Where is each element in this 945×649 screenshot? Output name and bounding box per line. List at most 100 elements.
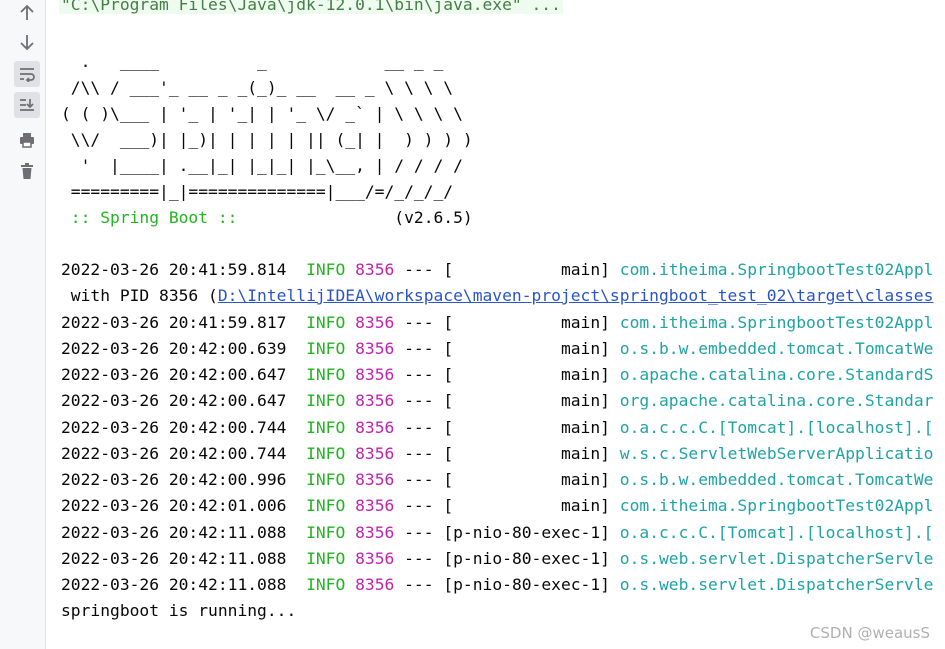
log-pid: 8356 xyxy=(355,444,395,463)
log-level: INFO xyxy=(306,523,346,542)
log-separator: --- xyxy=(394,418,444,437)
log-thread: [p-nio-80-exec-1] xyxy=(443,523,610,542)
pid-line: with PID 8356 (D:\IntellijIDEA\workspace… xyxy=(61,283,934,309)
log-line: 2022-03-26 20:42:00.996 INFO 8356 --- [ … xyxy=(61,467,933,493)
log-thread: [ main] xyxy=(443,444,610,463)
log-level: INFO xyxy=(306,418,346,437)
log-logger: o.s.web.servlet.DispatcherServle xyxy=(619,575,934,594)
log-line: 2022-03-26 20:42:00.744 INFO 8356 --- [ … xyxy=(61,441,933,467)
program-output-line: springboot is running... xyxy=(61,601,297,620)
log-logger: w.s.c.ServletWebServerApplicatio xyxy=(619,444,934,463)
log-separator: --- xyxy=(394,575,444,594)
log-pid: 8356 xyxy=(355,313,395,332)
pid-line-prefix: with PID 8356 ( xyxy=(61,286,218,305)
console-toolbar xyxy=(0,0,46,649)
soft-wrap-icon[interactable] xyxy=(14,61,40,87)
log-pid: 8356 xyxy=(355,260,395,279)
console-output[interactable]: "C:\Program Files\Java\jdk-12.0.1\bin\ja… xyxy=(46,0,945,649)
log-thread: [ main] xyxy=(443,313,610,332)
log-separator: --- xyxy=(394,313,444,332)
log-separator: --- xyxy=(394,523,444,542)
log-timestamp: 2022-03-26 20:42:00.647 xyxy=(61,391,287,410)
banner-line: \\/ ___)| |_)| | | | | || (_| | ) ) ) ) xyxy=(61,130,473,149)
watermark: CSDN @weausS xyxy=(809,624,930,642)
log-timestamp: 2022-03-26 20:42:00.639 xyxy=(61,339,287,358)
log-timestamp: 2022-03-26 20:42:11.088 xyxy=(61,575,287,594)
log-line: 2022-03-26 20:42:00.647 INFO 8356 --- [ … xyxy=(61,362,933,388)
log-line: 2022-03-26 20:42:01.006 INFO 8356 --- [ … xyxy=(61,493,933,519)
log-pid: 8356 xyxy=(355,391,395,410)
log-logger: com.itheima.SpringbootTest02Appl xyxy=(619,313,934,332)
log-level: INFO xyxy=(306,313,346,332)
command-line: "C:\Program Files\Java\jdk-12.0.1\bin\ja… xyxy=(59,0,563,18)
log-pid: 8356 xyxy=(355,418,395,437)
banner-line: =========|_|==============|___/=/_/_/_/ xyxy=(61,182,454,201)
print-icon[interactable] xyxy=(14,127,40,153)
trash-icon[interactable] xyxy=(14,158,40,184)
log-separator: --- xyxy=(394,391,444,410)
log-logger: o.a.c.c.C.[Tomcat].[localhost].[ xyxy=(619,523,934,542)
log-line: 2022-03-26 20:42:00.639 INFO 8356 --- [ … xyxy=(61,336,933,362)
log-logger: o.s.b.w.embedded.tomcat.TomcatWe xyxy=(619,339,934,358)
log-thread: [ main] xyxy=(443,365,610,384)
log-thread: [ main] xyxy=(443,339,610,358)
log-timestamp: 2022-03-26 20:41:59.817 xyxy=(61,313,287,332)
log-thread: [ main] xyxy=(443,260,610,279)
log-thread: [p-nio-80-exec-1] xyxy=(443,575,610,594)
log-line: 2022-03-26 20:41:59.814 INFO 8356 --- [ … xyxy=(61,257,933,283)
log-level: INFO xyxy=(306,444,346,463)
log-line: 2022-03-26 20:42:11.088 INFO 8356 --- [p… xyxy=(61,546,933,572)
log-timestamp: 2022-03-26 20:42:00.744 xyxy=(61,444,287,463)
banner-line: . ____ _ __ _ _ xyxy=(61,52,444,71)
log-timestamp: 2022-03-26 20:42:11.088 xyxy=(61,523,287,542)
log-thread: [ main] xyxy=(443,418,610,437)
log-pid: 8356 xyxy=(355,575,395,594)
log-logger: o.apache.catalina.core.StandardS xyxy=(619,365,934,384)
banner-line: /\\ / ___'_ __ _ _(_)_ __ __ _ \ \ \ \ xyxy=(61,78,454,97)
log-logger: org.apache.catalina.core.Standar xyxy=(619,391,934,410)
log-level: INFO xyxy=(306,549,346,568)
log-timestamp: 2022-03-26 20:42:00.996 xyxy=(61,470,287,489)
log-logger: com.itheima.SpringbootTest02Appl xyxy=(619,260,934,279)
log-line: 2022-03-26 20:42:00.744 INFO 8356 --- [ … xyxy=(61,415,933,441)
banner-line: ( ( )\___ | '_ | '_| | '_ \/ _` | \ \ \ … xyxy=(61,104,463,123)
log-timestamp: 2022-03-26 20:42:00.647 xyxy=(61,365,287,384)
spring-boot-label: :: Spring Boot :: xyxy=(61,208,248,227)
log-separator: --- xyxy=(394,365,444,384)
log-separator: --- xyxy=(394,470,444,489)
log-pid: 8356 xyxy=(355,470,395,489)
log-line: 2022-03-26 20:42:00.647 INFO 8356 --- [ … xyxy=(61,388,933,414)
log-thread: [ main] xyxy=(443,391,610,410)
log-line: 2022-03-26 20:42:11.088 INFO 8356 --- [p… xyxy=(61,520,933,546)
log-pid: 8356 xyxy=(355,496,395,515)
log-logger: o.s.web.servlet.DispatcherServle xyxy=(619,549,934,568)
log-level: INFO xyxy=(306,470,346,489)
log-timestamp: 2022-03-26 20:42:11.088 xyxy=(61,549,287,568)
log-timestamp: 2022-03-26 20:42:00.744 xyxy=(61,418,287,437)
scroll-to-end-icon[interactable] xyxy=(14,92,40,118)
log-level: INFO xyxy=(306,391,346,410)
spring-boot-version-line: :: Spring Boot :: (v2.6.5) xyxy=(61,205,473,231)
down-arrow-icon[interactable] xyxy=(14,29,40,55)
log-level: INFO xyxy=(306,575,346,594)
log-logger: o.s.b.w.embedded.tomcat.TomcatWe xyxy=(619,470,934,489)
log-line: 2022-03-26 20:41:59.817 INFO 8356 --- [ … xyxy=(61,310,933,336)
log-pid: 8356 xyxy=(355,523,395,542)
log-level: INFO xyxy=(306,339,346,358)
log-thread: [ main] xyxy=(443,470,610,489)
log-level: INFO xyxy=(306,496,346,515)
log-logger: o.a.c.c.C.[Tomcat].[localhost].[ xyxy=(619,418,934,437)
log-separator: --- xyxy=(394,444,444,463)
classpath-link[interactable]: D:\IntellijIDEA\workspace\maven-project\… xyxy=(218,286,934,305)
spring-boot-version: (v2.6.5) xyxy=(247,208,473,227)
log-level: INFO xyxy=(306,260,346,279)
log-logger: com.itheima.SpringbootTest02Appl xyxy=(619,496,934,515)
log-pid: 8356 xyxy=(355,365,395,384)
banner-line: ' |____| .__|_| |_|_| |_\__, | / / / / xyxy=(61,156,463,175)
log-timestamp: 2022-03-26 20:41:59.814 xyxy=(61,260,287,279)
log-separator: --- xyxy=(394,549,444,568)
log-separator: --- xyxy=(394,496,444,515)
log-separator: --- xyxy=(394,339,444,358)
log-thread: [ main] xyxy=(443,496,610,515)
up-arrow-icon[interactable] xyxy=(14,0,40,26)
